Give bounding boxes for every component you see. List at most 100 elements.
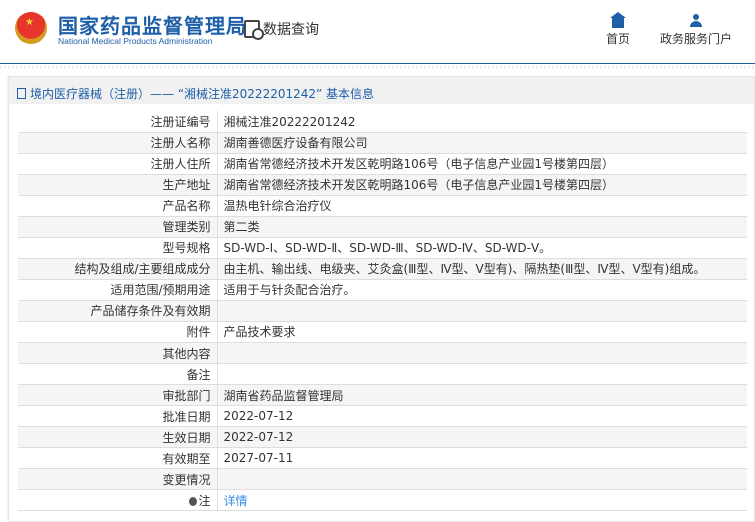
row-label-text: 结构及组成/主要组成成分 xyxy=(74,262,211,277)
divider xyxy=(0,65,755,69)
pin-icon xyxy=(189,496,198,506)
row-label: 型号规格 xyxy=(18,237,218,259)
table-row: 审批部门 湖南省药品监督管理局 xyxy=(18,384,747,407)
row-label: 注册人名称 xyxy=(18,132,218,154)
nav-portal-label: 政务服务门户 xyxy=(660,32,733,46)
table-row: 其他内容 xyxy=(18,342,747,365)
row-label-text: 其他内容 xyxy=(162,346,211,361)
logo-title: 国家药品监督管理局 xyxy=(58,14,247,38)
section-data-query: 数据查询 xyxy=(244,19,319,40)
row-value: 适用于与针灸配合治疗。 xyxy=(217,279,747,301)
table-row: 生产地址 湖南省常德经济技术开发区乾明路106号（电子信息产业园1号楼第四层） xyxy=(18,174,747,196)
row-value xyxy=(217,300,747,322)
row-value-text: 由主机、输出线、电级夹、艾灸盒(Ⅲ型、Ⅳ型、Ⅴ型有)、隔热垫(Ⅲ型、Ⅳ型、Ⅴ型有… xyxy=(223,262,706,277)
row-value: 由主机、输出线、电级夹、艾灸盒(Ⅲ型、Ⅳ型、Ⅴ型有)、隔热垫(Ⅲ型、Ⅳ型、Ⅴ型有… xyxy=(217,258,747,280)
row-label: 生效日期 xyxy=(18,426,218,449)
row-label-text: 注 xyxy=(198,493,211,508)
panel-title: 境内医疗器械（注册）—— “湘械注准20222201242” 基本信息 xyxy=(9,77,754,104)
row-value-text: 湘械注准20222201242 xyxy=(223,114,356,129)
row-label: 产品储存条件及有效期 xyxy=(18,300,218,322)
search-document-icon xyxy=(244,20,264,40)
logo-subtitle: National Medical Products Administration xyxy=(58,36,213,46)
site-header: 国家药品监督管理局 National Medical Products Admi… xyxy=(0,0,755,64)
details-link[interactable]: 详情 xyxy=(224,494,248,508)
table-row: 生效日期 2022-07-12 xyxy=(18,426,747,449)
panel-title-text: 境内医疗器械（注册）—— “湘械注准20222201242” 基本信息 xyxy=(30,86,375,101)
row-label: 产品名称 xyxy=(18,195,218,217)
row-label: 有效期至 xyxy=(18,447,218,470)
national-emblem-logo xyxy=(15,12,47,44)
row-label-text: 产品名称 xyxy=(162,199,211,214)
row-value: 湖南省常德经济技术开发区乾明路106号（电子信息产业园1号楼第四层） xyxy=(217,174,747,196)
nav-service-portal[interactable]: 政务服务门户 xyxy=(660,14,732,47)
row-label: 结构及组成/主要组成成分 xyxy=(18,258,218,280)
table-row: 结构及组成/主要组成成分 由主机、输出线、电级夹、艾灸盒(Ⅲ型、Ⅳ型、Ⅴ型有)、隔… xyxy=(18,258,747,280)
table-row: 注册人住所 湖南省常德经济技术开发区乾明路106号（电子信息产业园1号楼第四层） xyxy=(18,153,747,175)
row-label-text: 注册人名称 xyxy=(150,136,211,151)
row-value-text: SD-WD-Ⅰ、SD-WD-Ⅱ、SD-WD-Ⅲ、SD-WD-Ⅳ、SD-WD-Ⅴ。 xyxy=(223,241,552,256)
section-label: 数据查询 xyxy=(263,22,319,38)
info-table: 注册证编号 湘械注准20222201242 注册人名称 湖南善德医疗设备有限公司 注册人… xyxy=(18,111,747,512)
row-label-text: 注册证编号 xyxy=(150,114,211,129)
row-value: 2022-07-12 xyxy=(217,405,747,428)
table-row: 批准日期 2022-07-12 xyxy=(18,405,747,428)
row-value-text: 2027-07-11 xyxy=(223,451,294,466)
row-label: 批准日期 xyxy=(18,405,218,428)
row-label-text: 审批部门 xyxy=(162,388,211,403)
row-label: 注 xyxy=(18,489,218,512)
user-icon xyxy=(689,14,703,28)
row-value xyxy=(217,363,747,386)
row-label: 其他内容 xyxy=(18,342,218,365)
row-value xyxy=(217,468,747,491)
row-label: 变更情况 xyxy=(18,468,218,491)
row-value: 详情 xyxy=(217,489,747,512)
table-row: 备注 xyxy=(18,363,747,386)
row-value: 2027-07-11 xyxy=(217,447,747,470)
row-value xyxy=(217,342,747,365)
row-label: 适用范围/预期用途 xyxy=(18,279,218,301)
row-value: 湘械注准20222201242 xyxy=(217,111,747,133)
row-label-text: 附件 xyxy=(186,325,211,340)
table-row: 注册证编号 湘械注准20222201242 xyxy=(18,111,747,133)
table-row: 适用范围/预期用途 适用于与针灸配合治疗。 xyxy=(18,279,747,301)
nav-home-label: 首页 xyxy=(606,32,631,46)
row-value: 温热电针综合治疗仪 xyxy=(217,195,747,217)
row-value: 湖南善德医疗设备有限公司 xyxy=(217,132,747,154)
row-label-text: 注册人住所 xyxy=(150,157,211,172)
table-row: 管理类别 第二类 xyxy=(18,216,747,238)
row-value-text: 适用于与针灸配合治疗。 xyxy=(223,283,356,298)
row-label-text: 型号规格 xyxy=(162,241,211,256)
row-value: 湖南省药品监督管理局 xyxy=(217,384,747,407)
row-label-text: 产品储存条件及有效期 xyxy=(90,304,211,319)
row-label-text: 生产地址 xyxy=(162,178,211,193)
row-value-text: 湖南善德医疗设备有限公司 xyxy=(223,136,368,151)
row-value: 第二类 xyxy=(217,216,747,238)
nav-home[interactable]: 首页 xyxy=(606,12,631,47)
row-label: 备注 xyxy=(18,363,218,386)
home-icon xyxy=(610,12,626,28)
row-label-text: 管理类别 xyxy=(162,220,211,235)
row-value-text: 温热电针综合治疗仪 xyxy=(223,199,332,214)
row-value-text: 湖南省常德经济技术开发区乾明路106号（电子信息产业园1号楼第四层） xyxy=(223,178,615,193)
row-value: SD-WD-Ⅰ、SD-WD-Ⅱ、SD-WD-Ⅲ、SD-WD-Ⅳ、SD-WD-Ⅴ。 xyxy=(217,237,747,259)
detail-panel: 境内医疗器械（注册）—— “湘械注准20222201242” 基本信息 注册证编… xyxy=(8,76,755,522)
row-label-text: 批准日期 xyxy=(162,409,211,424)
row-value: 产品技术要求 xyxy=(217,321,747,344)
table-row: 产品储存条件及有效期 xyxy=(18,300,747,322)
row-value: 湖南省常德经济技术开发区乾明路106号（电子信息产业园1号楼第四层） xyxy=(217,153,747,175)
row-label: 注册证编号 xyxy=(18,111,218,133)
row-label-text: 适用范围/预期用途 xyxy=(110,283,211,298)
row-label-text: 备注 xyxy=(186,367,211,382)
row-label-text: 变更情况 xyxy=(162,472,211,487)
row-label: 注册人住所 xyxy=(18,153,218,175)
row-label-text: 有效期至 xyxy=(162,451,211,466)
row-value-text: 第二类 xyxy=(223,220,260,235)
row-value-text: 2022-07-12 xyxy=(223,430,294,445)
table-row: 型号规格 SD-WD-Ⅰ、SD-WD-Ⅱ、SD-WD-Ⅲ、SD-WD-Ⅳ、SD-W… xyxy=(18,237,747,259)
row-label: 生产地址 xyxy=(18,174,218,196)
table-row: 注册人名称 湖南善德医疗设备有限公司 xyxy=(18,132,747,154)
table-row: 产品名称 温热电针综合治疗仪 xyxy=(18,195,747,217)
document-icon xyxy=(17,87,26,99)
row-label: 管理类别 xyxy=(18,216,218,238)
table-row: 注详情 xyxy=(18,489,747,512)
